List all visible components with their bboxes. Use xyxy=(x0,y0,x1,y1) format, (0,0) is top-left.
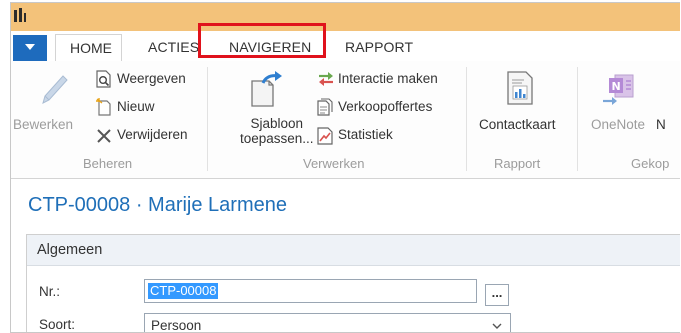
onenote-button[interactable]: OneNote xyxy=(591,117,645,132)
group-label-verwerken: Verwerken xyxy=(303,156,365,171)
nr-label: Nr.: xyxy=(39,284,61,299)
sjabloon-label-line1: Sjabloon xyxy=(250,116,304,131)
group-separator xyxy=(466,67,467,171)
fasttab-label: Algemeen xyxy=(37,242,103,258)
tab-acties[interactable]: ACTIES xyxy=(148,39,199,55)
menu-dropdown-icon xyxy=(25,44,35,50)
soort-label: Soort: xyxy=(39,317,76,332)
tab-rapport[interactable]: RAPPORT xyxy=(345,39,413,55)
title-bar xyxy=(11,3,680,31)
fasttab-header[interactable]: Algemeen xyxy=(27,235,680,266)
app-menu-button[interactable] xyxy=(13,35,47,61)
assist-edit-button[interactable]: ... xyxy=(485,284,509,306)
sjabloon-button[interactable]: Sjabloon toepassen... xyxy=(240,116,314,146)
highlight-box-navigeren xyxy=(198,23,326,58)
pencil-icon xyxy=(42,75,68,104)
contact-card-icon xyxy=(507,71,533,105)
nr-input[interactable]: CTP-00008 xyxy=(144,279,477,303)
contactkaart-button[interactable]: Contactkaart xyxy=(479,117,556,132)
group-label-rapport: Rapport xyxy=(494,156,541,171)
weergeven-button[interactable]: Weergeven xyxy=(117,71,186,86)
soort-value: Persoon xyxy=(151,318,202,333)
next-button-label-clipped[interactable]: N xyxy=(656,117,666,132)
tab-home-label: HOME xyxy=(70,40,112,56)
statistiek-button[interactable]: Statistiek xyxy=(338,127,393,142)
tab-home[interactable]: HOME xyxy=(55,34,122,64)
page-title: CTP-00008 · Marije Larmene xyxy=(28,194,287,216)
nieuw-button[interactable]: Nieuw xyxy=(117,99,155,114)
template-icon xyxy=(251,71,282,107)
verwijderen-button[interactable]: Verwijderen xyxy=(117,127,188,142)
onenote-icon: N xyxy=(603,74,634,105)
group-separator xyxy=(577,67,578,171)
new-doc-icon xyxy=(96,98,111,116)
group-label-beheren: Beheren xyxy=(83,156,133,171)
nr-value-selected: CTP-00008 xyxy=(148,283,219,299)
interactie-maken-button[interactable]: Interactie maken xyxy=(338,71,438,86)
ribbon-tab-row: HOME ACTIES NAVIGEREN RAPPORT xyxy=(11,31,680,64)
delete-x-icon xyxy=(97,129,111,143)
bewerken-button[interactable]: Bewerken xyxy=(13,117,73,132)
soort-select[interactable]: Persoon xyxy=(144,313,511,333)
chevron-down-icon xyxy=(492,323,502,329)
verkoopoffertes-button[interactable]: Verkoopoffertes xyxy=(338,99,432,114)
ribbon: Bewerken Weergeven Nieuw Verwijderen Beh… xyxy=(11,61,680,179)
quote-icon xyxy=(317,98,333,116)
view-icon xyxy=(96,70,111,88)
interaction-icon xyxy=(319,72,333,86)
svg-text:N: N xyxy=(612,80,621,93)
group-separator xyxy=(207,67,208,171)
app-logo-icon xyxy=(14,8,26,22)
statistics-icon xyxy=(317,127,333,145)
application-window: HOME ACTIES NAVIGEREN RAPPORT Bewerken W… xyxy=(10,2,680,333)
sjabloon-label-line2: toepassen... xyxy=(240,131,314,146)
group-label-gekop: Gekop xyxy=(631,156,670,171)
